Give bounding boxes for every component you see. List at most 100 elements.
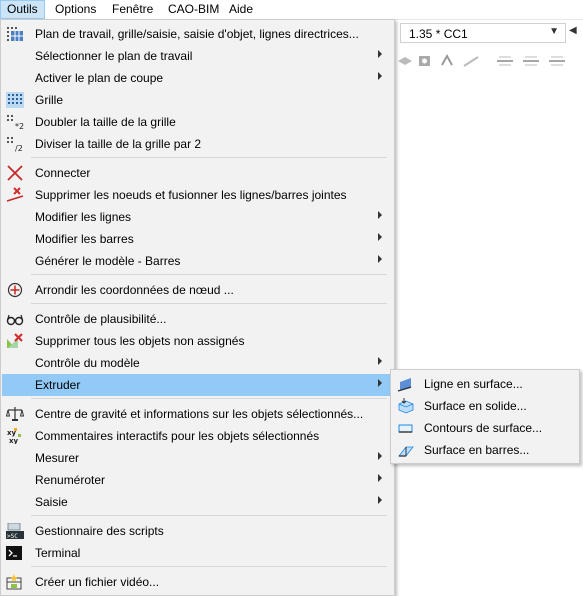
surface-to-members-icon	[398, 446, 414, 457]
menu-item-grid[interactable]: Grille	[2, 89, 394, 111]
menu-item-generate-model[interactable]: Générer le modèle - Barres	[2, 250, 394, 272]
menu-outils[interactable]: Outils	[0, 0, 45, 19]
menu-separator	[31, 398, 387, 399]
menu-item-label: Contrôle du modèle	[35, 356, 140, 370]
svg-text:*2: *2	[15, 122, 24, 130]
surface-contours-icon	[398, 424, 413, 433]
menu-item-label: Renuméroter	[35, 473, 106, 487]
menu-separator	[31, 566, 387, 567]
menu-item-center-of-gravity[interactable]: Centre de gravité et informations sur le…	[2, 403, 394, 425]
menu-item-workplane[interactable]: Plan de travail, grille/saisie, saisie d…	[2, 23, 394, 45]
svg-text:xy: xy	[9, 437, 19, 444]
menu-item-extrude[interactable]: Extruder	[2, 374, 394, 396]
submenu-arrow-icon	[378, 452, 382, 460]
menu-item-label: Diviser la taille de la grille par 2	[35, 137, 202, 151]
submenu-item-label: Ligne en surface...	[424, 377, 523, 391]
menu-item-label: Arrondir les coordonnées de nœud ...	[35, 283, 234, 297]
cube-icon[interactable]	[416, 53, 434, 69]
round-coordinates-icon	[7, 282, 23, 298]
surface-to-solid-icon	[398, 398, 414, 414]
svg-text:/2: /2	[15, 144, 23, 152]
line-tool-icon[interactable]	[462, 53, 480, 69]
menu-separator	[31, 274, 387, 275]
submenu-item-surface-to-members[interactable]: Surface en barres...	[392, 439, 578, 461]
submenu-arrow-icon	[378, 72, 382, 80]
menu-item-label: Gestionnaire des scripts	[35, 524, 164, 538]
menu-item-label: Plan de travail, grille/saisie, saisie d…	[35, 27, 359, 41]
menu-item-terminal[interactable]: Terminal	[2, 542, 394, 564]
distribute-icon-2[interactable]	[522, 53, 540, 69]
menu-item-renumber[interactable]: Renuméroter	[2, 469, 394, 491]
distribute-icon-3[interactable]	[548, 53, 566, 69]
submenu-arrow-icon	[378, 211, 382, 219]
menu-item-label: Modifier les barres	[35, 232, 134, 246]
menu-item-connect[interactable]: Connecter	[2, 162, 394, 184]
glasses-icon	[6, 314, 24, 326]
menu-separator	[31, 515, 387, 516]
script-manager-icon: >SC	[6, 523, 24, 539]
menu-item-label: Générer le modèle - Barres	[35, 254, 181, 268]
menu-separator	[31, 303, 387, 304]
menu-item-modify-members[interactable]: Modifier les barres	[2, 228, 394, 250]
menu-cao-bim[interactable]: CAO-BIM	[162, 0, 225, 19]
menu-item-delete-nodes[interactable]: Supprimer les noeuds et fusionner les li…	[2, 184, 394, 206]
menu-item-modify-lines[interactable]: Modifier les lignes	[2, 206, 394, 228]
menu-item-model-check[interactable]: Contrôle du modèle	[2, 352, 394, 374]
load-combination-select[interactable]: 1.35 * CC1 ▼	[400, 23, 566, 43]
menu-item-label: Contrôle de plausibilité...	[35, 312, 167, 326]
menu-item-select-workplane[interactable]: Sélectionner le plan de travail	[2, 45, 394, 67]
menu-item-label: Activer le plan de coupe	[35, 71, 164, 85]
submenu-item-surface-to-solid[interactable]: Surface en solide...	[392, 395, 578, 417]
menu-item-half-grid[interactable]: /2 Diviser la taille de la grille par 2	[2, 133, 394, 155]
menu-options[interactable]: Options	[49, 0, 102, 19]
submenu-arrow-icon	[378, 379, 382, 387]
menu-item-label: Sélectionner le plan de travail	[35, 49, 193, 63]
menu-item-double-grid[interactable]: *2 Doubler la taille de la grille	[2, 111, 394, 133]
menu-item-create-video[interactable]: Créer un fichier vidéo...	[2, 571, 394, 593]
scroll-left-icon[interactable]: ◀	[569, 25, 577, 36]
move-arrows-icon[interactable]	[438, 53, 456, 69]
submenu-item-surface-contours[interactable]: Contours de surface...	[392, 417, 578, 439]
grid-icon	[6, 92, 24, 108]
connect-icon	[7, 165, 23, 181]
submenu-item-line-to-surface[interactable]: Ligne en surface...	[392, 373, 578, 395]
submenu-arrow-icon	[378, 255, 382, 263]
terminal-icon	[6, 546, 22, 560]
load-combination-value: 1.35 * CC1	[409, 27, 468, 41]
menu-item-label: Grille	[35, 93, 64, 107]
menu-item-measure[interactable]: Mesurer	[2, 447, 394, 469]
menu-item-round-coordinates[interactable]: Arrondir les coordonnées de nœud ...	[2, 279, 394, 301]
menu-item-plausibility[interactable]: Contrôle de plausibilité...	[2, 308, 394, 330]
menu-item-script-manager[interactable]: >SC Gestionnaire des scripts	[2, 520, 394, 542]
menu-item-label: Supprimer les noeuds et fusionner les li…	[35, 188, 347, 202]
center-of-gravity-icon	[6, 407, 24, 421]
menu-item-label: Saisie	[35, 495, 68, 509]
submenu-arrow-icon	[378, 496, 382, 504]
submenu-arrow-icon	[378, 474, 382, 482]
menu-fenetre[interactable]: Fenêtre	[106, 0, 159, 19]
line-to-surface-icon	[397, 378, 412, 392]
delete-unassigned-icon	[7, 333, 23, 348]
menu-item-label: Modifier les lignes	[35, 210, 132, 224]
interactive-comments-icon: xy xy	[7, 428, 21, 444]
menu-item-input[interactable]: Saisie	[2, 491, 394, 513]
toolbar: 1.35 * CC1 ▼ ◀	[396, 20, 583, 80]
create-video-icon	[6, 574, 22, 590]
menu-item-delete-unassigned[interactable]: Supprimer tous les objets non assignés	[2, 330, 394, 352]
menu-item-section-plane[interactable]: Activer le plan de coupe	[2, 67, 394, 89]
grid-half-icon: /2	[7, 137, 23, 152]
menu-item-label: Terminal	[35, 546, 81, 560]
delete-nodes-merge-icon	[6, 187, 24, 202]
menu-item-interactive-comments[interactable]: xy xy Commentaires interactifs pour les …	[2, 425, 394, 447]
distribute-icon-1[interactable]	[496, 53, 514, 69]
submenu-arrow-icon	[378, 50, 382, 58]
menu-item-label: Commentaires interactifs pour les objets…	[35, 429, 320, 443]
submenu-item-label: Surface en solide...	[424, 399, 527, 413]
view-icon[interactable]	[396, 53, 414, 69]
menu-item-label: Extruder	[35, 378, 81, 392]
menu-item-label: Supprimer tous les objets non assignés	[35, 334, 245, 348]
submenu-arrow-icon	[378, 357, 382, 365]
menu-separator	[31, 157, 387, 158]
outils-menu: Plan de travail, grille/saisie, saisie d…	[0, 19, 395, 596]
menu-aide[interactable]: Aide	[223, 0, 259, 19]
